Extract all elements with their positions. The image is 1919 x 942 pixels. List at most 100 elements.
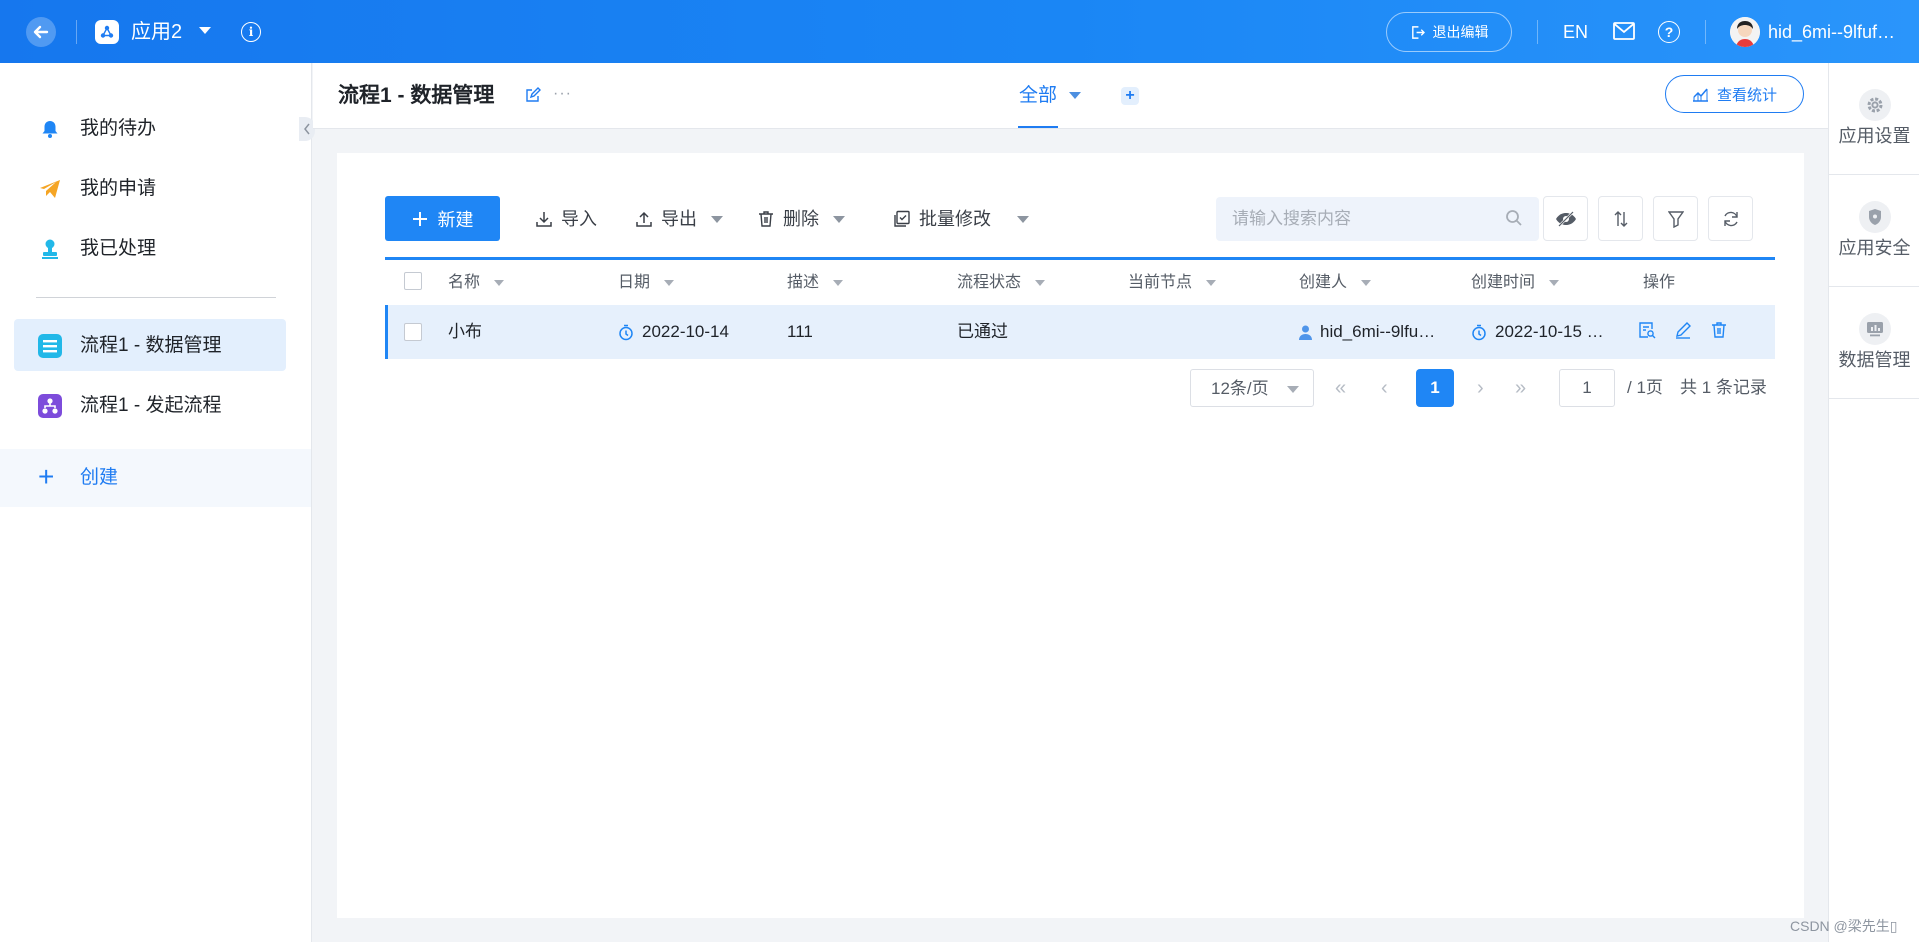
- column-header-description[interactable]: 描述: [787, 272, 844, 294]
- batch-edit-button[interactable]: 批量修改: [893, 207, 1029, 231]
- sort-icon: [1614, 210, 1627, 227]
- plus-icon: +: [38, 461, 55, 492]
- view-stats-label: 查看统计: [1716, 86, 1777, 104]
- data-card: 新建 导入 导出 删除 批量修改 请输入搜索内容 名称 日期 描述 流程状态 当…: [337, 153, 1804, 918]
- language-switch[interactable]: EN: [1563, 20, 1588, 44]
- column-header-created-time[interactable]: 创建时间: [1471, 272, 1560, 294]
- cell-created-time: 2022-10-15 …: [1471, 321, 1604, 343]
- mail-icon[interactable]: [1613, 22, 1635, 43]
- more-icon[interactable]: ···: [553, 85, 572, 103]
- sidebar-item-label: 我的申请: [80, 178, 157, 199]
- username[interactable]: hid_6mi--9lfuf…: [1768, 20, 1895, 44]
- chevron-left-icon: [304, 123, 310, 135]
- sidebar-item-todo[interactable]: 我的待办: [14, 102, 286, 154]
- table-row[interactable]: 小布 2022-10-14 111 已通过 hid_6mi--9lfu… 202…: [385, 305, 1775, 359]
- current-page[interactable]: 1: [1416, 369, 1454, 407]
- edit-icon[interactable]: [1674, 321, 1692, 339]
- view-detail-icon[interactable]: [1638, 321, 1656, 339]
- divider: [1537, 20, 1538, 44]
- trash-icon[interactable]: [1710, 321, 1728, 339]
- sidebar-item-processed[interactable]: 我已处理: [14, 222, 286, 274]
- hide-columns-button[interactable]: [1543, 196, 1588, 241]
- create-button[interactable]: + 创建: [0, 449, 311, 507]
- next-page-icon[interactable]: ›: [1477, 375, 1484, 401]
- delete-button[interactable]: 删除: [757, 207, 845, 231]
- sidebar-item-my-requests[interactable]: 我的申请: [14, 162, 286, 214]
- column-header-creator[interactable]: 创建人: [1299, 272, 1372, 294]
- column-header-date[interactable]: 日期: [618, 272, 675, 294]
- row-checkbox[interactable]: [404, 323, 422, 341]
- filter-button[interactable]: [1653, 196, 1698, 241]
- avatar[interactable]: [1730, 17, 1760, 47]
- refresh-button[interactable]: [1708, 196, 1753, 241]
- new-label: 新建: [437, 209, 474, 230]
- last-page-icon[interactable]: »: [1515, 375, 1526, 401]
- chevron-down-icon: [833, 215, 845, 223]
- chevron-down-icon: [494, 280, 505, 286]
- chevron-down-icon[interactable]: [1069, 92, 1081, 99]
- column-header-status[interactable]: 流程状态: [957, 272, 1046, 294]
- column-label: 日期: [618, 274, 651, 291]
- column-header-name[interactable]: 名称: [448, 272, 505, 294]
- chevron-down-icon[interactable]: [199, 27, 211, 34]
- new-button[interactable]: 新建: [385, 196, 500, 241]
- flow-icon: [38, 394, 62, 418]
- divider: [76, 20, 77, 44]
- sort-button[interactable]: [1598, 196, 1643, 241]
- tab-indicator: [1018, 126, 1058, 128]
- batch-edit-label: 批量修改: [919, 209, 991, 229]
- chevron-down-icon: [1549, 280, 1560, 286]
- info-icon[interactable]: i: [241, 22, 261, 42]
- search-icon[interactable]: [1505, 209, 1523, 227]
- cell-text: 已通过: [957, 322, 1008, 341]
- delete-label: 删除: [783, 209, 819, 229]
- first-page-icon[interactable]: «: [1335, 375, 1346, 401]
- search-placeholder: 请输入搜索内容: [1232, 209, 1351, 228]
- plus-icon: [412, 211, 427, 226]
- page-size-select[interactable]: 12条/页: [1190, 369, 1314, 407]
- column-header-current-node[interactable]: 当前节点: [1128, 272, 1217, 294]
- column-label: 创建人: [1299, 274, 1348, 291]
- goto-page-input[interactable]: 1: [1559, 369, 1615, 407]
- upload-icon: [636, 211, 652, 227]
- gear-icon: [1859, 89, 1891, 121]
- search-input[interactable]: 请输入搜索内容: [1216, 197, 1539, 241]
- chevron-down-icon: [664, 280, 675, 286]
- tab-all[interactable]: 全部: [1019, 83, 1057, 109]
- edit-icon[interactable]: [525, 87, 541, 106]
- divider: [1705, 20, 1706, 44]
- export-button[interactable]: 导出: [635, 207, 723, 231]
- cell-name: 小布: [448, 321, 482, 343]
- cell-text: 2022-10-15 …: [1495, 322, 1604, 341]
- refresh-icon: [1723, 211, 1738, 226]
- rail-item-app-security[interactable]: 应用安全: [1829, 175, 1919, 287]
- chevron-down-icon: [1206, 280, 1217, 286]
- prev-page-icon[interactable]: ‹: [1381, 375, 1388, 401]
- sidebar-item-start-flow[interactable]: 流程1 - 发起流程: [14, 379, 286, 431]
- rail-item-label: 应用安全: [1838, 238, 1911, 258]
- paper-plane-icon: [38, 177, 62, 201]
- chevron-down-icon: [833, 280, 844, 286]
- app-name[interactable]: 应用2: [131, 19, 182, 45]
- help-icon[interactable]: ?: [1658, 21, 1680, 43]
- rail-item-data-management[interactable]: 数据管理: [1829, 287, 1919, 399]
- cell-creator: hid_6mi--9lfu…: [1299, 321, 1435, 343]
- sidebar-item-label: 流程1 - 发起流程: [80, 395, 222, 416]
- divider: [36, 297, 276, 298]
- sidebar-item-data-management[interactable]: 流程1 - 数据管理: [14, 319, 286, 371]
- exit-edit-button[interactable]: 退出编辑: [1386, 12, 1512, 52]
- right-rail: 应用设置 应用安全 数据管理: [1828, 63, 1919, 942]
- add-tab-button[interactable]: +: [1121, 87, 1139, 105]
- page-header: 流程1 - 数据管理 ··· 全部 + 查看统计: [313, 63, 1828, 129]
- import-button[interactable]: 导入: [535, 207, 597, 231]
- view-stats-button[interactable]: 查看统计: [1665, 75, 1804, 113]
- logout-icon: [1411, 25, 1425, 39]
- rail-item-app-settings[interactable]: 应用设置: [1829, 63, 1919, 175]
- column-header-actions: 操作: [1643, 272, 1675, 294]
- form-icon: [38, 334, 62, 358]
- batch-edit-icon: [894, 210, 910, 227]
- rail-item-label: 应用设置: [1838, 126, 1911, 146]
- column-label: 操作: [1643, 274, 1676, 291]
- select-all-checkbox[interactable]: [404, 272, 422, 290]
- back-button[interactable]: [26, 17, 56, 47]
